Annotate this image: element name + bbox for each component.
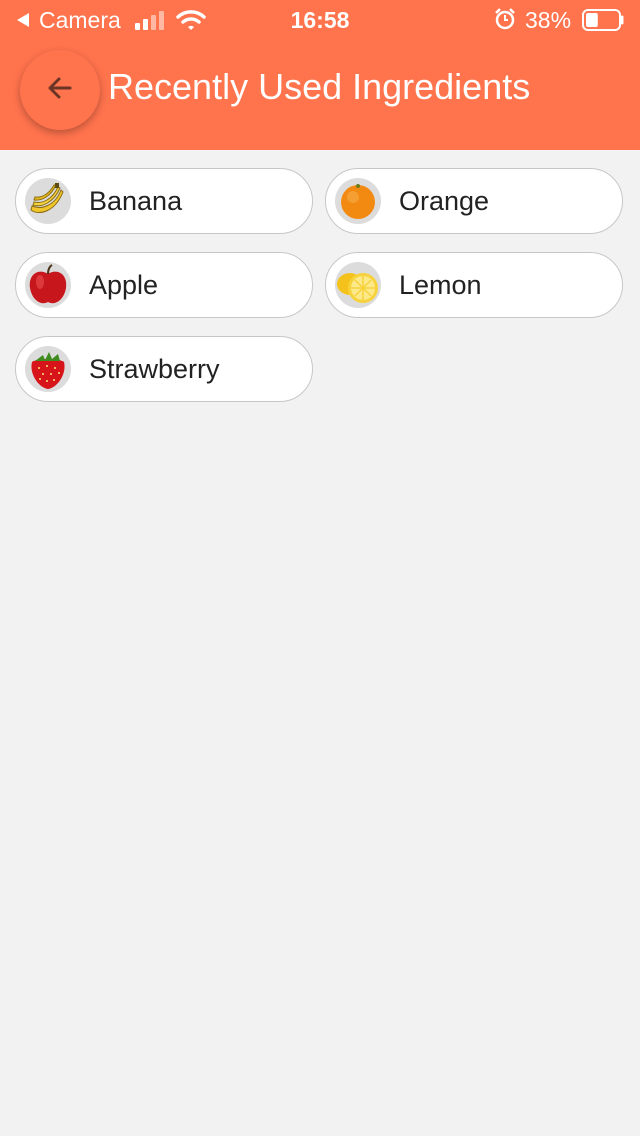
app-bar: Camera 16:58 38% Recently Used Ingredien…: [0, 0, 640, 150]
ingredient-chip-lemon[interactable]: Lemon: [325, 252, 623, 318]
ingredient-label: Banana: [89, 186, 183, 216]
ingredient-chip-strawberry[interactable]: Strawberry: [15, 336, 313, 402]
page-title: Recently Used Ingredients: [108, 66, 531, 107]
apple-icon: [25, 262, 71, 308]
ingredient-chip-banana[interactable]: Banana: [15, 168, 313, 234]
battery-percent: 38%: [525, 7, 572, 33]
ingredient-label: Strawberry: [89, 354, 220, 384]
alarm-icon: [494, 8, 516, 36]
ingredient-chip-apple[interactable]: Apple: [15, 252, 313, 318]
orange-icon: [335, 178, 381, 224]
battery-icon: [582, 9, 626, 37]
banana-icon: [25, 178, 71, 224]
ingredient-label: Apple: [89, 270, 159, 300]
back-button[interactable]: [20, 50, 100, 130]
strawberry-icon: [25, 346, 71, 392]
lemon-icon: [335, 262, 381, 308]
ingredient-label: Lemon: [399, 270, 482, 300]
ingredient-label: Orange: [399, 186, 490, 216]
ingredient-chip-orange[interactable]: Orange: [325, 168, 623, 234]
status-bar: Camera 16:58 38%: [0, 0, 640, 40]
arrow-left-icon: [46, 74, 74, 107]
